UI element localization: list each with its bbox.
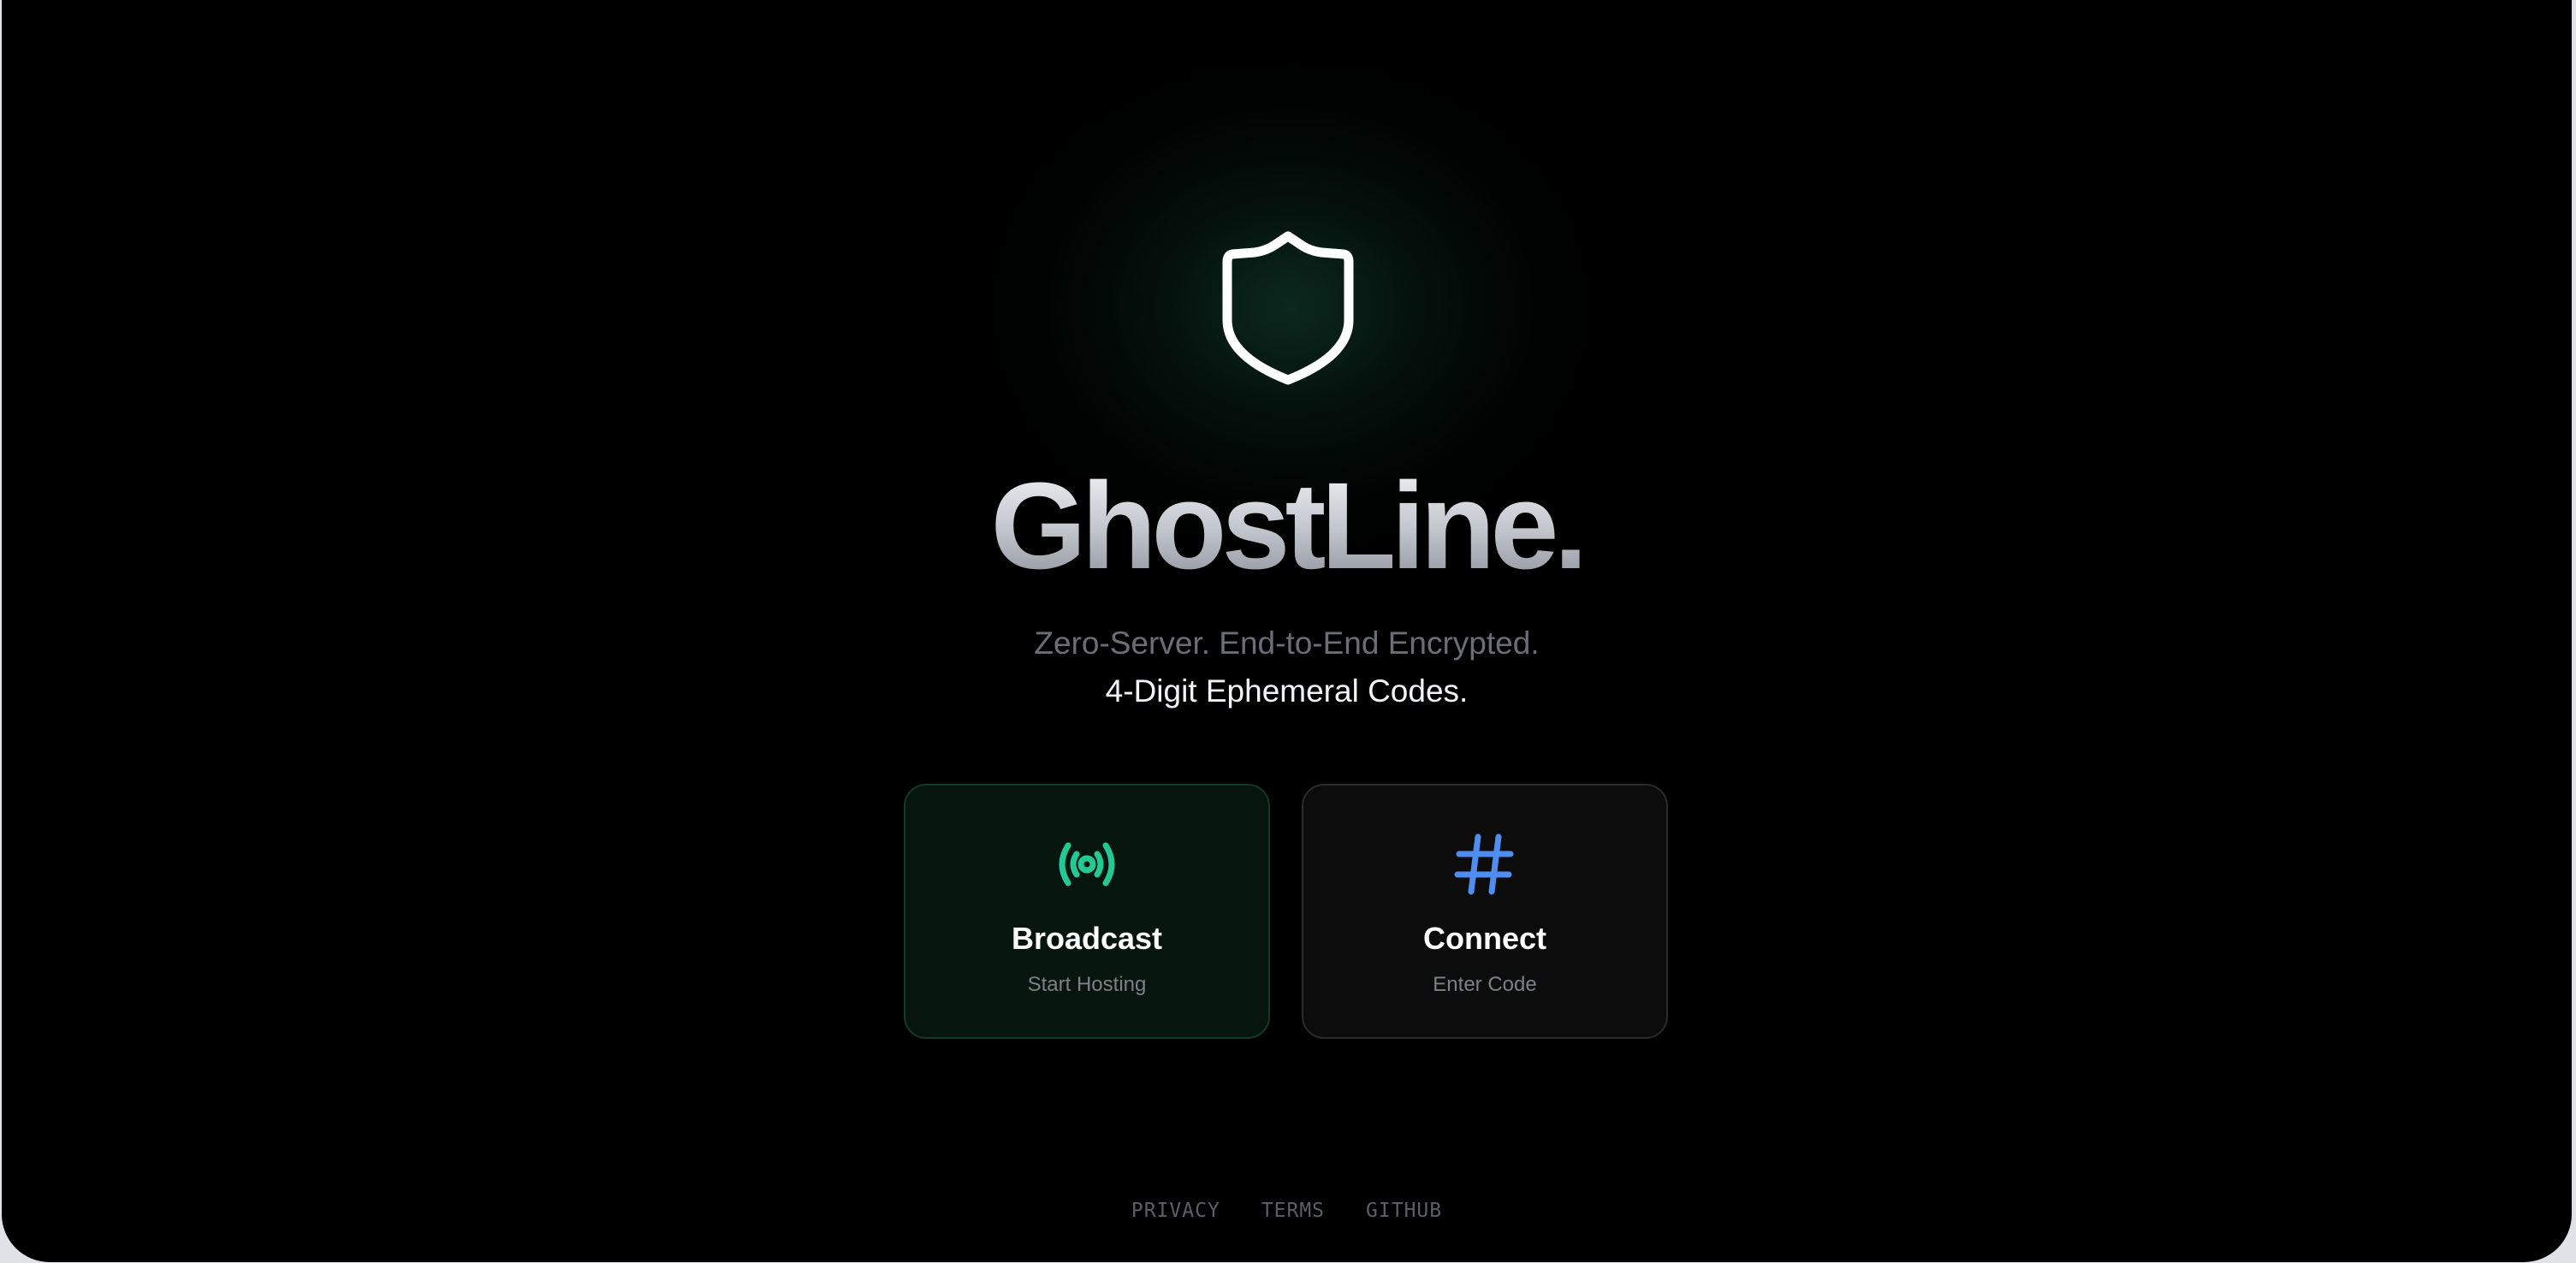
- app-title: GhostLine.: [2, 462, 2572, 590]
- connect-sublabel: Enter Code: [1433, 973, 1537, 996]
- tagline-primary: Zero-Server. End-to-End Encrypted.: [1034, 626, 1540, 661]
- footer-link-terms[interactable]: TERMS: [1261, 1198, 1325, 1224]
- app-window: GhostLine. Zero-Server. End-to-End Encry…: [2, 0, 2572, 1262]
- footer-link-privacy[interactable]: PRIVACY: [1131, 1198, 1220, 1224]
- broadcast-button[interactable]: Broadcast Start Hosting: [904, 784, 1270, 1039]
- footer-link-github[interactable]: GITHUB: [1366, 1198, 1442, 1224]
- broadcast-label: Broadcast: [1011, 921, 1163, 956]
- hash-icon: [1451, 830, 1519, 898]
- footer-nav: PRIVACY TERMS GITHUB: [2, 1198, 2572, 1224]
- shield-icon: [1217, 226, 1359, 390]
- connect-button[interactable]: Connect Enter Code: [1302, 784, 1668, 1039]
- broadcast-icon: [1053, 830, 1121, 898]
- connect-label: Connect: [1423, 921, 1546, 956]
- tagline-secondary: 4-Digit Ephemeral Codes.: [1105, 673, 1469, 709]
- broadcast-sublabel: Start Hosting: [1027, 973, 1147, 996]
